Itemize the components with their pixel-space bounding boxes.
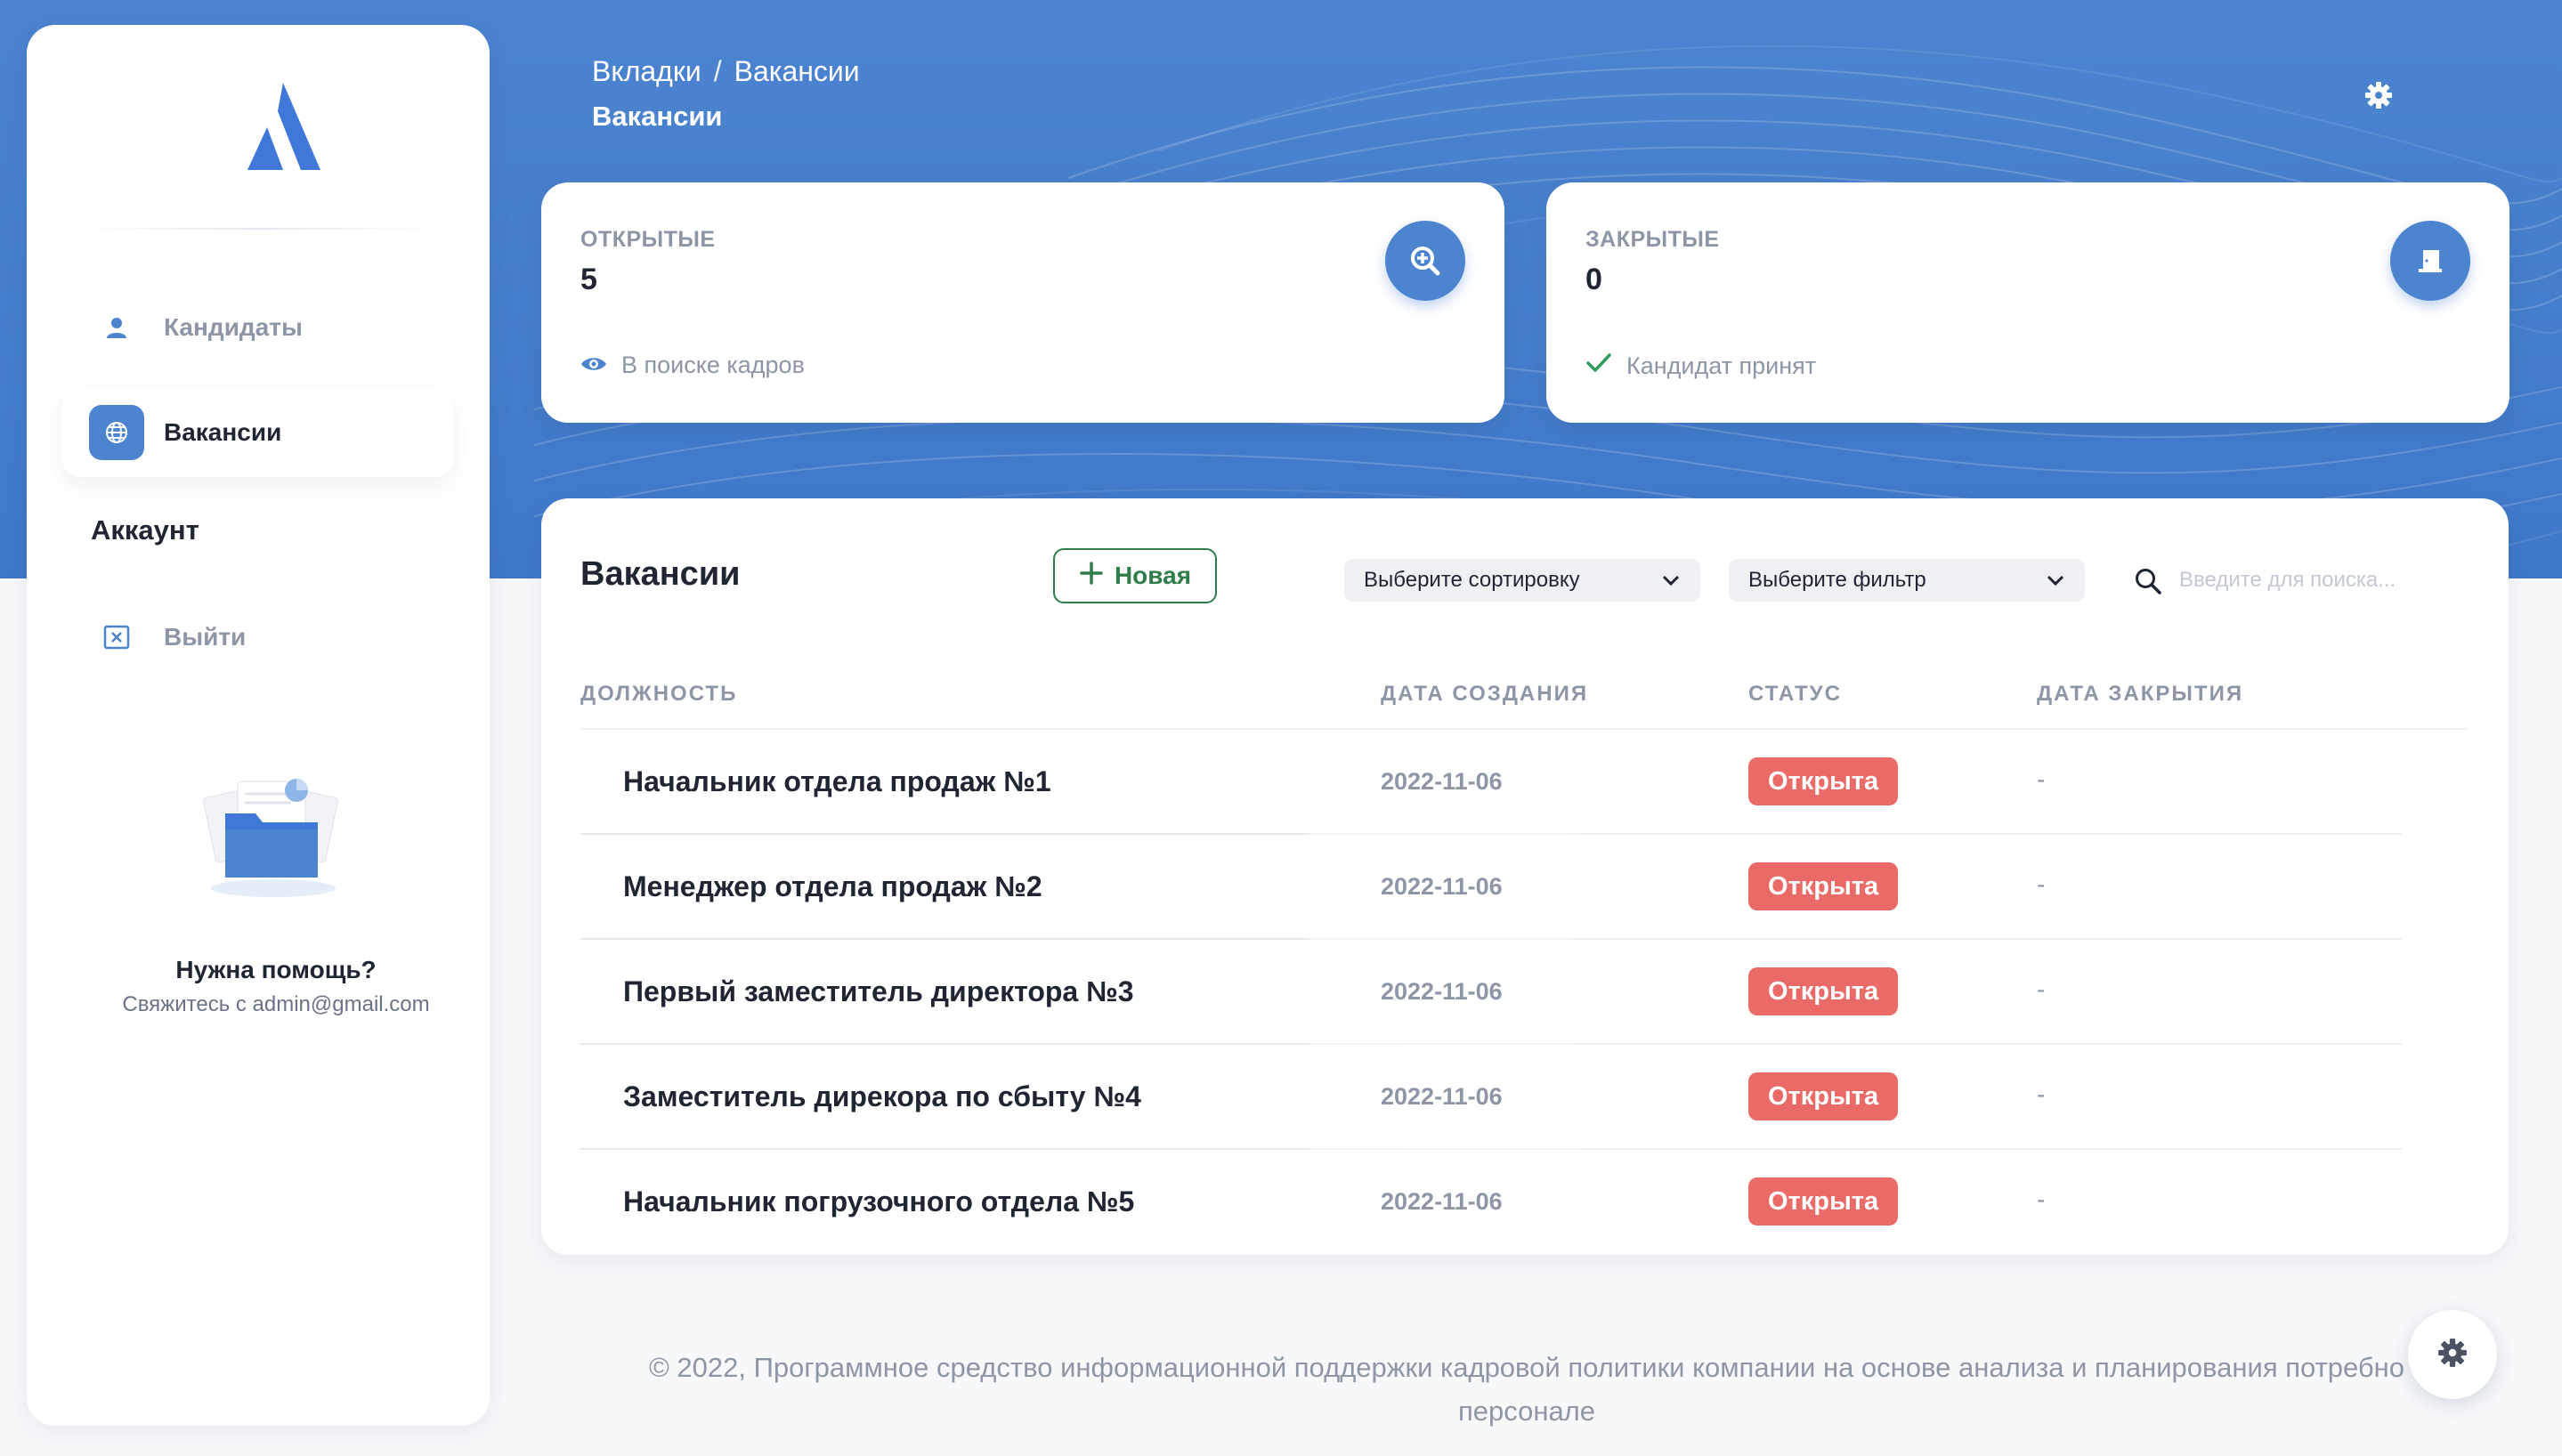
search-input[interactable] <box>2179 561 2446 600</box>
gear-icon[interactable] <box>2363 80 2394 110</box>
table-row[interactable]: Первый заместитель директора №3 2022-11-… <box>541 940 2509 1045</box>
table-row[interactable]: Начальник отдела продаж №1 2022-11-06 От… <box>541 730 2509 835</box>
sort-select-value: Выберите сортировку <box>1364 568 1580 592</box>
vacancies-card: Вакансии Новая Выберите сортировку Выбер… <box>541 498 2509 1255</box>
stat-value: 0 <box>1585 263 1602 296</box>
page-title: Вакансии <box>592 101 723 132</box>
help-subtitle[interactable]: Свяжитесь с admin@gmail.com <box>27 992 525 1017</box>
row-created: 2022-11-06 <box>1381 873 1503 900</box>
stat-label: ОТКРЫТЫЕ <box>580 227 716 252</box>
zoom-icon <box>1385 221 1465 301</box>
check-icon <box>1585 352 1612 381</box>
chevron-down-icon <box>2046 568 2065 593</box>
row-position[interactable]: Менеджер отдела продаж №2 <box>623 870 1042 903</box>
divider <box>80 228 436 230</box>
stat-footer-text: Кандидат принят <box>1626 352 1817 379</box>
sidebar: Кандидаты Вакансии Аккаунт Выйти Нужна п… <box>27 25 490 1426</box>
row-closed: - <box>2037 1185 2046 1213</box>
sidebar-item-label: Выйти <box>164 623 247 651</box>
stat-label: ЗАКРЫТЫЕ <box>1585 227 1720 252</box>
row-created: 2022-11-06 <box>1381 1188 1503 1215</box>
stat-footer-text: В поиске кадров <box>621 352 805 378</box>
footer-line: © 2022, Программное средство информацион… <box>648 1352 2405 1383</box>
door-icon <box>2390 221 2470 301</box>
globe-icon <box>89 405 144 460</box>
column-header-closed[interactable]: ДАТА ЗАКРЫТИЯ <box>2037 682 2243 707</box>
footer-line: персонале <box>1457 1395 1596 1427</box>
row-closed: - <box>2037 765 2046 793</box>
row-closed: - <box>2037 870 2046 898</box>
breadcrumb-separator: / <box>713 55 722 87</box>
logo-icon[interactable] <box>231 65 338 172</box>
search-icon[interactable] <box>2133 566 2163 596</box>
stat-card-closed: ЗАКРЫТЫЕ 0 Кандидат принят <box>1546 182 2509 423</box>
footer: © 2022, Программное средство информацион… <box>534 1346 2519 1433</box>
filter-select-value: Выберите фильтр <box>1748 568 1926 592</box>
folder-illustration <box>191 764 352 906</box>
table-row[interactable]: Начальник погрузочного отдела №5 2022-11… <box>541 1150 2509 1255</box>
sidebar-item-vacancies[interactable]: Вакансии <box>62 388 454 477</box>
row-created: 2022-11-06 <box>1381 978 1503 1005</box>
eye-icon <box>580 352 607 379</box>
status-badge: Открыта <box>1748 967 1899 1015</box>
row-closed: - <box>2037 1080 2046 1108</box>
column-header-created[interactable]: ДАТА СОЗДАНИЯ <box>1381 682 1588 707</box>
status-badge: Открыта <box>1748 757 1899 805</box>
status-badge: Открыта <box>1748 1072 1899 1120</box>
breadcrumb: Вкладки / Вакансии <box>592 55 860 88</box>
sort-select[interactable]: Выберите сортировку <box>1344 559 1700 602</box>
column-header-position[interactable]: ДОЛЖНОСТЬ <box>580 682 737 707</box>
sidebar-item-candidates[interactable]: Кандидаты <box>62 283 454 372</box>
close-box-icon <box>89 610 144 665</box>
sidebar-item-logout[interactable]: Выйти <box>62 593 454 682</box>
help-title: Нужна помощь? <box>175 956 377 983</box>
status-badge: Открыта <box>1748 1177 1899 1225</box>
status-badge: Открыта <box>1748 862 1899 910</box>
stat-card-open: ОТКРЫТЫЕ 5 В поиске кадров <box>541 182 1504 423</box>
vacancies-title: Вакансии <box>580 555 741 593</box>
user-icon <box>89 300 144 355</box>
row-position[interactable]: Начальник отдела продаж №1 <box>623 765 1051 798</box>
plus-icon <box>1079 561 1104 592</box>
breadcrumb-item: Вакансии <box>734 55 860 87</box>
row-position[interactable]: Начальник погрузочного отдела №5 <box>623 1185 1134 1218</box>
row-closed: - <box>2037 975 2046 1003</box>
row-created: 2022-11-06 <box>1381 1083 1503 1110</box>
gear-icon <box>2436 1337 2469 1373</box>
stat-footer: Кандидат принят <box>1585 352 1816 381</box>
sidebar-item-label: Кандидаты <box>164 313 303 341</box>
stat-value: 5 <box>580 263 597 296</box>
breadcrumb-item[interactable]: Вкладки <box>592 55 701 88</box>
chevron-down-icon <box>1661 568 1681 593</box>
column-header-status[interactable]: СТАТУС <box>1748 682 1842 707</box>
filter-select[interactable]: Выберите фильтр <box>1729 559 2085 602</box>
table-row[interactable]: Заместитель дирекора по сбыту №4 2022-11… <box>541 1045 2509 1150</box>
stat-footer: В поиске кадров <box>580 352 805 379</box>
account-section-title: Аккаунт <box>91 514 199 546</box>
row-created: 2022-11-06 <box>1381 768 1503 795</box>
settings-fab[interactable] <box>2408 1310 2497 1399</box>
row-position[interactable]: Первый заместитель директора №3 <box>623 975 1134 1008</box>
sidebar-item-label: Вакансии <box>164 418 282 446</box>
table-row[interactable]: Менеджер отдела продаж №2 2022-11-06 Отк… <box>541 835 2509 940</box>
new-vacancy-button[interactable]: Новая <box>1053 548 1217 603</box>
new-vacancy-label: Новая <box>1114 562 1192 589</box>
row-position[interactable]: Заместитель дирекора по сбыту №4 <box>623 1080 1141 1113</box>
